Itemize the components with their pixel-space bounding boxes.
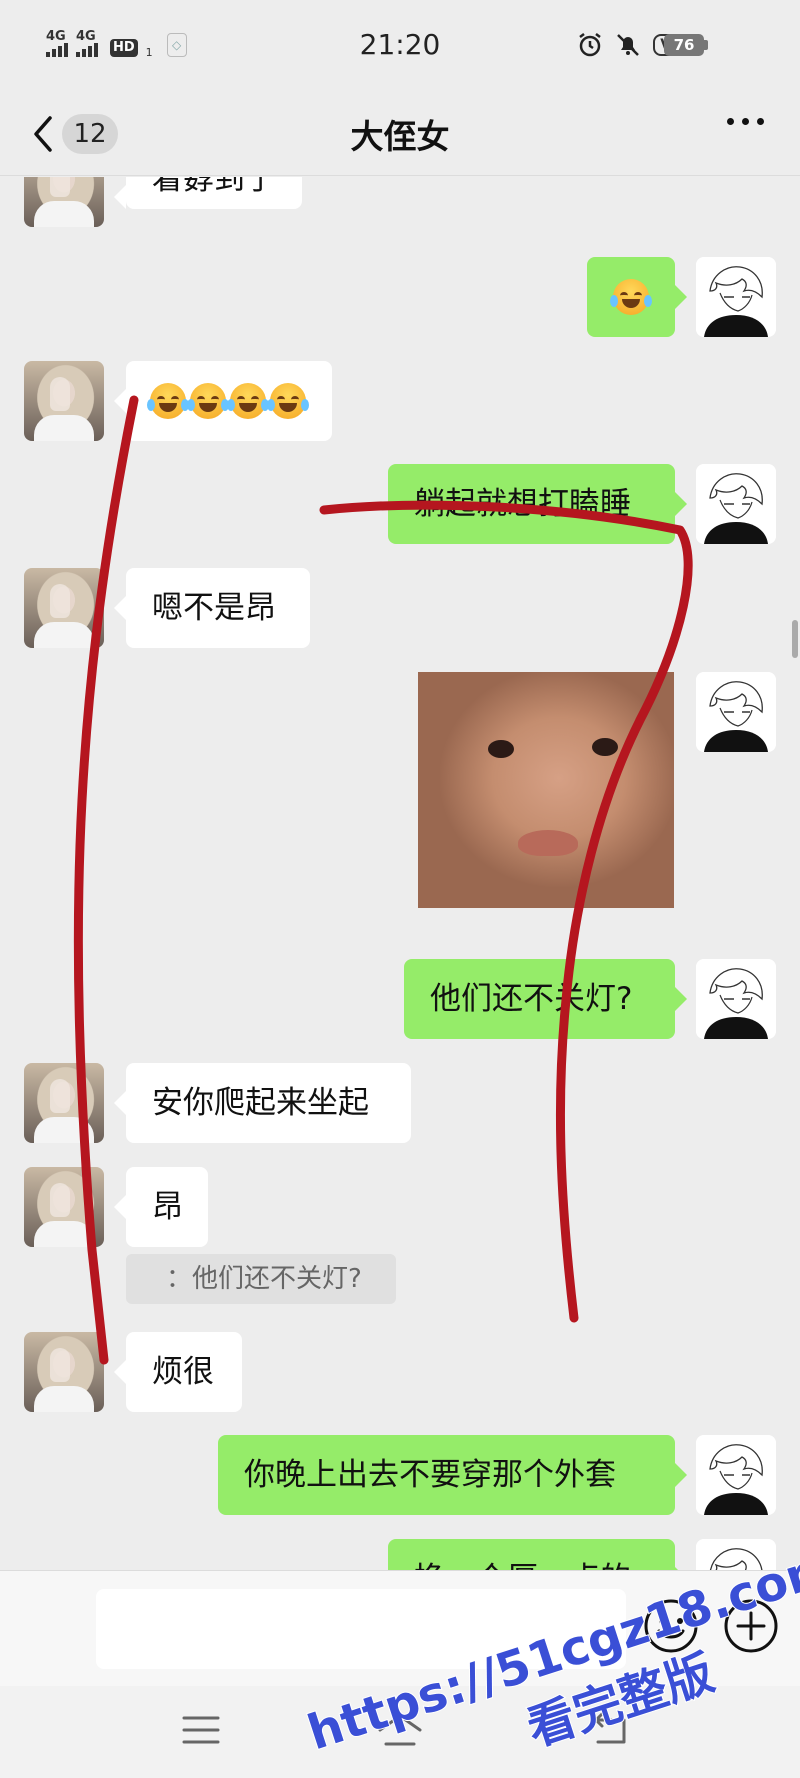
my-avatar[interactable] [696, 1539, 776, 1570]
back-icon[interactable] [588, 1710, 632, 1750]
alarm-icon [579, 33, 601, 57]
chat-header: 12 大侄女 [0, 92, 800, 176]
battery-cap [704, 40, 708, 50]
my-avatar[interactable] [696, 959, 776, 1039]
emoji-row [147, 361, 332, 441]
smile-icon[interactable] [642, 1597, 700, 1655]
message-bubble-received[interactable]: 着孬到了 [114, 177, 302, 209]
crying-laughing-emoji [187, 383, 229, 419]
message-bubble-sent[interactable]: 他们还不关灯? [404, 959, 687, 1039]
status-bar: 4G 4G HD 1 ◇ 21:20 VPN 76 [0, 0, 800, 92]
image-eye [488, 740, 514, 758]
message-bubble-sent[interactable]: 躺起就想打瞌睡 [388, 464, 687, 544]
message-bubble-received[interactable]: 昂 [114, 1167, 208, 1247]
message-bubble-sent[interactable]: 你晚上出去不要穿那个外套 [218, 1435, 687, 1515]
my-avatar[interactable] [696, 672, 776, 752]
crying-laughing-emoji [267, 383, 309, 419]
message-bubble-sent[interactable]: 换一个厚一点的 [388, 1539, 687, 1570]
my-avatar[interactable] [696, 464, 776, 544]
message-bubble-received[interactable]: 嗯不是昂 [114, 568, 310, 648]
image-mouth [518, 830, 578, 856]
my-avatar[interactable] [696, 1435, 776, 1515]
contact-avatar[interactable] [24, 177, 104, 227]
image-eye [592, 738, 618, 756]
input-bar [0, 1570, 800, 1686]
message-bubble-received[interactable] [114, 361, 332, 441]
contact-avatar[interactable] [24, 568, 104, 648]
quoted-message[interactable]: ：他们还不关灯? [126, 1254, 396, 1304]
message-input[interactable] [96, 1589, 626, 1669]
plus-circle-icon[interactable] [722, 1597, 780, 1655]
message-bubble-received[interactable]: 安你爬起来坐起 [114, 1063, 411, 1143]
my-avatar[interactable] [696, 257, 776, 337]
contact-avatar[interactable] [24, 1167, 104, 1247]
message-bubble-received[interactable]: 烦很 [114, 1332, 242, 1412]
contact-avatar[interactable] [24, 1063, 104, 1143]
battery-icon: 76 [664, 34, 704, 56]
crying-laughing-emoji [610, 279, 652, 315]
more-dots-icon[interactable] [727, 118, 764, 125]
scrollbar[interactable] [792, 620, 798, 658]
crying-laughing-emoji [227, 383, 269, 419]
message-bubble-sent[interactable] [587, 257, 687, 337]
crying-laughing-emoji [147, 383, 189, 419]
image-message[interactable] [418, 672, 674, 908]
home-icon[interactable] [374, 1710, 426, 1750]
menu-icon[interactable] [180, 1710, 222, 1750]
message-list[interactable]: 着孬到了 躺起就想打瞌睡 嗯不是昂 他们还不关灯? 安你爬起来坐起 昂 ：他们还… [0, 177, 800, 1570]
contact-avatar[interactable] [24, 1332, 104, 1412]
chat-title: 大侄女 [350, 117, 450, 156]
contact-avatar[interactable] [24, 361, 104, 441]
system-nav-bar [0, 1686, 800, 1778]
mute-bell-icon [617, 34, 640, 56]
